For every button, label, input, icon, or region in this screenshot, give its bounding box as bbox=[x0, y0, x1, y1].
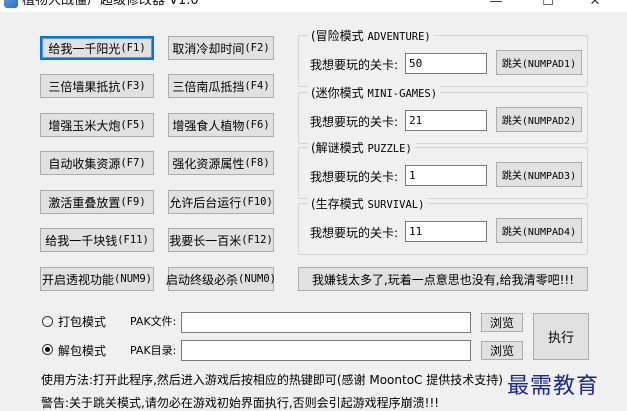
pak-dir-label: PAK目录: bbox=[130, 344, 177, 357]
level-input[interactable]: 21 bbox=[405, 110, 487, 131]
browse-file-label: 浏览 bbox=[489, 316, 514, 330]
skip-level-button[interactable]: 跳关(NUMPAD2) bbox=[496, 107, 582, 132]
cheat-label: 启动终级必杀 bbox=[166, 272, 239, 287]
title-bar: 植物大战僵尸超级修改器 V1.0 — ☐ ✕ bbox=[0, 0, 627, 12]
pak-file-label: PAK文件: bbox=[130, 315, 177, 328]
pack-mode-label: 打包模式 bbox=[58, 315, 107, 329]
cheat-button[interactable]: 强化资源属性 (F8) bbox=[168, 151, 274, 175]
close-button[interactable]: ✕ bbox=[580, 0, 610, 8]
cheat-button[interactable]: 三倍墙果抵抗 (F3) bbox=[40, 74, 154, 98]
unpack-mode-radio[interactable] bbox=[42, 344, 53, 355]
cheat-label: 自动收集资源 bbox=[48, 156, 121, 171]
skip-level-button[interactable]: 跳关(NUMPAD3) bbox=[496, 162, 582, 187]
mode-legend-en: SURVIVAL) bbox=[367, 199, 425, 211]
cheat-button[interactable]: 给我一千块钱 (F11) bbox=[40, 228, 154, 252]
cheat-button[interactable]: 允许后台运行 (F10) bbox=[168, 190, 274, 214]
cheat-hotkey: (F10) bbox=[241, 196, 273, 208]
level-label: 我想要玩的关卡: bbox=[310, 226, 399, 240]
cheat-hotkey: (F6) bbox=[244, 119, 270, 131]
skip-level-label: 跳关(NUMPAD1) bbox=[501, 59, 577, 70]
cheat-label: 取消冷却时间 bbox=[172, 41, 245, 56]
maximize-button[interactable]: ☐ bbox=[533, 0, 563, 8]
cheat-label: 增强玉米大炮 bbox=[48, 118, 121, 133]
mode-legend-cn: (生存模式 bbox=[311, 197, 364, 211]
cheat-button[interactable]: 激活重叠放置 (F9) bbox=[40, 190, 154, 214]
execute-button[interactable]: 执行 bbox=[533, 313, 589, 360]
cheat-label: 强化资源属性 bbox=[172, 156, 245, 171]
cheat-hotkey: (F8) bbox=[244, 157, 270, 169]
window-title: 植物大战僵尸超级修改器 V1.0 bbox=[22, 0, 199, 8]
browse-dir-button[interactable]: 浏览 bbox=[481, 341, 523, 360]
cheat-button[interactable]: 增强食人植物 (F6) bbox=[168, 113, 274, 137]
clear-money-button[interactable]: 我嫌钱太多了,玩着一点意思也没有,给我清零吧!!! bbox=[298, 267, 588, 291]
cheat-button[interactable]: 三倍南瓜抵挡 (F4) bbox=[168, 74, 274, 98]
cheat-button[interactable]: 我要长一百米 (F12) bbox=[168, 228, 274, 252]
cheat-hotkey: (F3) bbox=[120, 80, 146, 92]
unpack-mode-label: 解包模式 bbox=[58, 344, 107, 358]
mode-legend-en: PUZZLE) bbox=[367, 143, 412, 155]
level-label: 我想要玩的关卡: bbox=[310, 58, 399, 72]
cheat-label: 我要长一百米 bbox=[169, 233, 242, 248]
cheat-hotkey: (F4) bbox=[244, 80, 270, 92]
app-icon bbox=[4, 0, 18, 8]
mode-legend-en: MINI-GAMES) bbox=[367, 88, 438, 100]
level-label: 我想要玩的关卡: bbox=[310, 170, 399, 184]
pack-mode-radio[interactable] bbox=[42, 316, 53, 327]
cheat-hotkey: (NUM9) bbox=[114, 273, 152, 285]
cheat-button[interactable]: 开启透视功能 (NUM9) bbox=[40, 267, 154, 291]
skip-level-label: 跳关(NUMPAD2) bbox=[501, 116, 577, 127]
level-input[interactable]: 1 bbox=[405, 165, 487, 186]
cheat-label: 开启透视功能 bbox=[42, 272, 115, 287]
cheat-label: 允许后台运行 bbox=[169, 195, 242, 210]
cheat-label: 三倍南瓜抵挡 bbox=[172, 79, 245, 94]
level-input[interactable]: 50 bbox=[405, 53, 487, 74]
level-label: 我想要玩的关卡: bbox=[310, 115, 399, 129]
cheat-label: 增强食人植物 bbox=[172, 118, 245, 133]
cheat-hotkey: (F7) bbox=[120, 157, 146, 169]
skip-level-button[interactable]: 跳关(NUMPAD1) bbox=[496, 50, 582, 75]
cheat-hotkey: (F11) bbox=[117, 234, 149, 246]
cheat-label: 给我一千块钱 bbox=[45, 233, 118, 248]
browse-dir-label: 浏览 bbox=[489, 344, 514, 358]
cheat-button[interactable]: 取消冷却时间 (F2) bbox=[168, 36, 274, 60]
minimize-button[interactable]: — bbox=[481, 0, 511, 8]
cheat-button[interactable]: 自动收集资源 (F7) bbox=[40, 151, 154, 175]
skip-level-label: 跳关(NUMPAD4) bbox=[501, 227, 577, 238]
cheat-button[interactable]: 启动终级必杀 (NUM0) bbox=[166, 267, 276, 291]
browse-file-button[interactable]: 浏览 bbox=[481, 313, 523, 332]
skip-level-button[interactable]: 跳关(NUMPAD4) bbox=[496, 218, 582, 243]
usage-text: 使用方法:打开此程序,然后进入游戏后按相应的热键即可(感谢 MoontoC 提供… bbox=[41, 373, 503, 387]
mode-legend-cn: (冒险模式 bbox=[311, 29, 364, 43]
pak-file-input[interactable] bbox=[181, 312, 471, 333]
watermark: 最需教育 bbox=[507, 374, 600, 399]
mode-legend-cn: (迷你模式 bbox=[311, 86, 364, 100]
cheat-button[interactable]: 增强玉米大炮 (F5) bbox=[40, 113, 154, 137]
pak-dir-input[interactable] bbox=[181, 340, 471, 361]
mode-legend: (冒险模式 ADVENTURE) bbox=[308, 27, 434, 44]
level-input[interactable]: 11 bbox=[405, 221, 487, 242]
mode-legend: (迷你模式 MINI-GAMES) bbox=[308, 84, 441, 101]
clear-money-label: 我嫌钱太多了,玩着一点意思也没有,给我清零吧!!! bbox=[311, 272, 575, 287]
execute-label: 执行 bbox=[547, 331, 574, 346]
cheat-hotkey: (F2) bbox=[244, 42, 270, 54]
mode-legend: (解谜模式 PUZZLE) bbox=[308, 139, 415, 156]
cheat-hotkey: (F5) bbox=[120, 119, 146, 131]
cheat-label: 给我一千阳光 bbox=[48, 41, 121, 56]
skip-level-label: 跳关(NUMPAD3) bbox=[501, 171, 577, 182]
cheat-label: 激活重叠放置 bbox=[48, 195, 121, 210]
cheat-hotkey: (F12) bbox=[241, 234, 273, 246]
cheat-hotkey: (NUM0) bbox=[238, 273, 276, 285]
mode-legend-en: ADVENTURE) bbox=[367, 31, 431, 43]
cheat-hotkey: (F9) bbox=[120, 196, 146, 208]
mode-legend-cn: (解谜模式 bbox=[311, 141, 364, 155]
cheat-label: 三倍墙果抵抗 bbox=[48, 79, 121, 94]
cheat-button[interactable]: 给我一千阳光 (F1) bbox=[40, 36, 154, 60]
warning-text: 警告:关于跳关模式,请勿必在游戏初始界面执行,否则会引起游戏程序崩溃!!! bbox=[41, 396, 440, 410]
cheat-hotkey: (F1) bbox=[120, 42, 146, 54]
mode-legend: (生存模式 SURVIVAL) bbox=[308, 195, 428, 212]
